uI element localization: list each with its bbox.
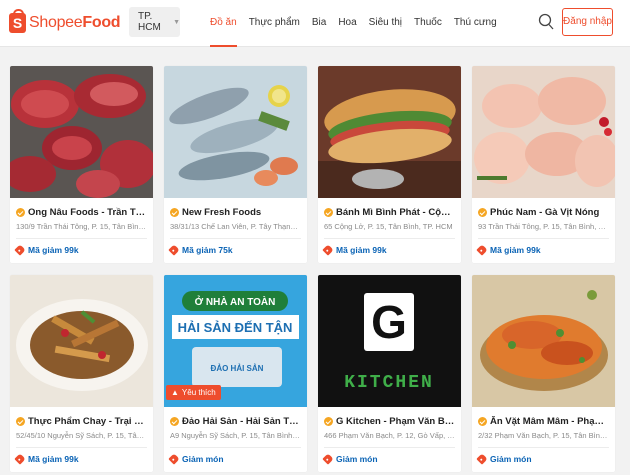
kitchen-word: KITCHEN bbox=[344, 373, 434, 393]
verified-icon bbox=[324, 417, 333, 426]
store-thumbnail[interactable] bbox=[472, 66, 615, 198]
city-label: TP. HCM bbox=[138, 11, 161, 33]
thumbs-up-icon: ▲ bbox=[171, 388, 179, 397]
nav-tab[interactable]: Thực phẩm bbox=[249, 0, 300, 47]
search-icon bbox=[538, 13, 554, 30]
nav-tab[interactable]: Bia bbox=[312, 0, 326, 47]
store-thumbnail[interactable]: G KITCHEN bbox=[318, 275, 461, 407]
tag-icon bbox=[476, 453, 488, 465]
mushroom-dish-image bbox=[10, 275, 153, 407]
store-address: 2/32 Phạm Văn Bạch, P. 15, Tân Bình, TP.… bbox=[478, 431, 609, 440]
raw-beef-image bbox=[10, 66, 153, 198]
g-letter: G bbox=[371, 296, 407, 348]
promo-label: Giảm món bbox=[322, 453, 455, 465]
store-thumbnail[interactable] bbox=[472, 275, 615, 407]
divider bbox=[478, 238, 609, 239]
divider bbox=[16, 447, 147, 448]
g-kitchen-logo-image: G KITCHEN bbox=[318, 275, 461, 407]
store-name[interactable]: Ong Nâu Foods - Trần Thái Tông bbox=[16, 207, 147, 218]
promo-label: Giảm món bbox=[168, 453, 301, 465]
tag-icon bbox=[14, 453, 26, 465]
promo-label: Mã giảm 99k bbox=[14, 453, 147, 465]
city-selector[interactable]: TP. HCM ▼ bbox=[129, 7, 180, 37]
divider bbox=[170, 447, 301, 448]
snack-dish-image bbox=[472, 275, 615, 407]
store-thumbnail[interactable] bbox=[10, 66, 153, 198]
store-name[interactable]: Bánh Mì Bình Phát - Cộng Lở bbox=[324, 207, 455, 218]
nav-tab[interactable]: Thú cưng bbox=[454, 0, 497, 47]
store-address: 52/45/10 Nguyễn Sỹ Sách, P. 15, Tân Bình… bbox=[16, 431, 147, 440]
store-thumbnail[interactable]: Ở NHÀ AN TOÀN HẢI SẢN ĐẾN TẬN ĐẢO HẢI SẢ… bbox=[164, 275, 307, 407]
divider bbox=[170, 238, 301, 239]
tag-icon bbox=[14, 244, 26, 256]
promo-label: Mã giảm 99k bbox=[476, 244, 609, 256]
tag-icon bbox=[322, 244, 334, 256]
shopping-bag-icon: S bbox=[9, 9, 26, 33]
nav-tab[interactable]: Đồ ăn bbox=[210, 0, 237, 47]
banner-line1: Ở NHÀ AN TOÀN bbox=[195, 295, 276, 308]
store-address: A9 Nguyễn Sỹ Sách, P. 15, Tân Bình, TP. … bbox=[170, 431, 301, 440]
store-card[interactable]: Thực Phẩm Chay - Trại Nấm Chị O... 52/45… bbox=[10, 275, 153, 472]
nav-tab[interactable]: Hoa bbox=[338, 0, 356, 47]
banner-box-label: ĐẢO HẢI SẢN bbox=[211, 364, 264, 373]
verified-icon bbox=[16, 208, 25, 217]
nav-tab[interactable]: Thuốc bbox=[414, 0, 442, 47]
store-card[interactable]: G KITCHEN G Kitchen - Phạm Văn Bạch 466 … bbox=[318, 275, 461, 472]
shopeefood-logo[interactable]: S ShopeeFood bbox=[9, 9, 121, 35]
store-card[interactable]: Phúc Nam - Gà Vịt Nóng 93 Trần Thái Tông… bbox=[472, 66, 615, 263]
promo-label: Giảm món bbox=[476, 453, 609, 465]
store-card[interactable]: Bánh Mì Bình Phát - Cộng Lở 65 Cộng Lở, … bbox=[318, 66, 461, 263]
store-card[interactable]: Ở NHÀ AN TOÀN HẢI SẢN ĐẾN TẬN ĐẢO HẢI SẢ… bbox=[164, 275, 307, 472]
divider bbox=[16, 238, 147, 239]
store-card[interactable]: New Fresh Foods 38/31/13 Chế Lan Viên, P… bbox=[164, 66, 307, 263]
store-name[interactable]: Ăn Vặt Mâm Mâm - Phạm Văn Bạch bbox=[478, 416, 609, 427]
verified-icon bbox=[478, 417, 487, 426]
store-thumbnail[interactable] bbox=[10, 275, 153, 407]
tag-icon bbox=[168, 453, 180, 465]
raw-chicken-image bbox=[472, 66, 615, 198]
divider bbox=[324, 447, 455, 448]
login-button[interactable]: Đăng nhập bbox=[562, 8, 613, 36]
banner-line2: HẢI SẢN ĐẾN TẬN bbox=[178, 320, 293, 335]
verified-icon bbox=[478, 208, 487, 217]
store-name[interactable]: G Kitchen - Phạm Văn Bạch bbox=[324, 416, 455, 427]
logo-text-bold: Food bbox=[82, 14, 121, 31]
nav-tab[interactable]: Siêu thị bbox=[369, 0, 402, 47]
divider bbox=[478, 447, 609, 448]
store-address: 38/31/13 Chế Lan Viên, P. Tây Thạnh, Tân… bbox=[170, 222, 301, 231]
caret-down-icon: ▼ bbox=[173, 18, 180, 26]
store-address: 65 Cộng Lở, P. 15, Tân Bình, TP. HCM bbox=[324, 222, 453, 231]
verified-icon bbox=[170, 417, 179, 426]
verified-icon bbox=[324, 208, 333, 217]
promo-label: Mã giảm 99k bbox=[14, 244, 147, 256]
store-name[interactable]: Đảo Hải Sản - Hải Sản Tươi Sống - ... bbox=[170, 416, 301, 427]
store-thumbnail[interactable] bbox=[318, 66, 461, 198]
store-address: 93 Trần Thái Tông, P. 15, Tân Bình, TP. … bbox=[478, 222, 609, 231]
store-address: 466 Phạm Văn Bạch, P. 12, Gò Vấp, TP. HC… bbox=[324, 431, 455, 440]
verified-icon bbox=[170, 208, 179, 217]
store-grid: Ong Nâu Foods - Trần Thái Tông 130/9 Trầ… bbox=[10, 66, 617, 472]
banh-mi-image bbox=[318, 66, 461, 198]
store-thumbnail[interactable] bbox=[164, 66, 307, 198]
search-button[interactable] bbox=[538, 13, 554, 31]
logo-text-light: Shopee bbox=[29, 14, 83, 31]
promo-label: Mã giảm 75k bbox=[168, 244, 301, 256]
divider bbox=[324, 238, 455, 239]
store-card[interactable]: Ăn Vặt Mâm Mâm - Phạm Văn Bạch 2/32 Phạm… bbox=[472, 275, 615, 472]
tag-icon bbox=[322, 453, 334, 465]
store-name[interactable]: Thực Phẩm Chay - Trại Nấm Chị O... bbox=[16, 416, 147, 427]
fresh-fish-image bbox=[164, 66, 307, 198]
tag-icon bbox=[168, 244, 180, 256]
store-address: 130/9 Trần Thái Tông, P. 15, Tân Bình, T… bbox=[16, 222, 147, 231]
favorite-badge: ▲ Yêu thích bbox=[166, 385, 221, 400]
category-nav: Đồ ăn Thực phẩm Bia Hoa Siêu thị Thuốc Thú cưn… bbox=[210, 0, 509, 47]
top-header: S ShopeeFood TP. HCM ▼ Đồ ăn Thực phẩm Bia… bbox=[0, 0, 630, 47]
tag-icon bbox=[476, 244, 488, 256]
verified-icon bbox=[16, 417, 25, 426]
store-card[interactable]: Ong Nâu Foods - Trần Thái Tông 130/9 Trầ… bbox=[10, 66, 153, 263]
store-name[interactable]: Phúc Nam - Gà Vịt Nóng bbox=[478, 207, 609, 218]
store-name[interactable]: New Fresh Foods bbox=[170, 207, 301, 218]
promo-label: Mã giảm 99k bbox=[322, 244, 455, 256]
